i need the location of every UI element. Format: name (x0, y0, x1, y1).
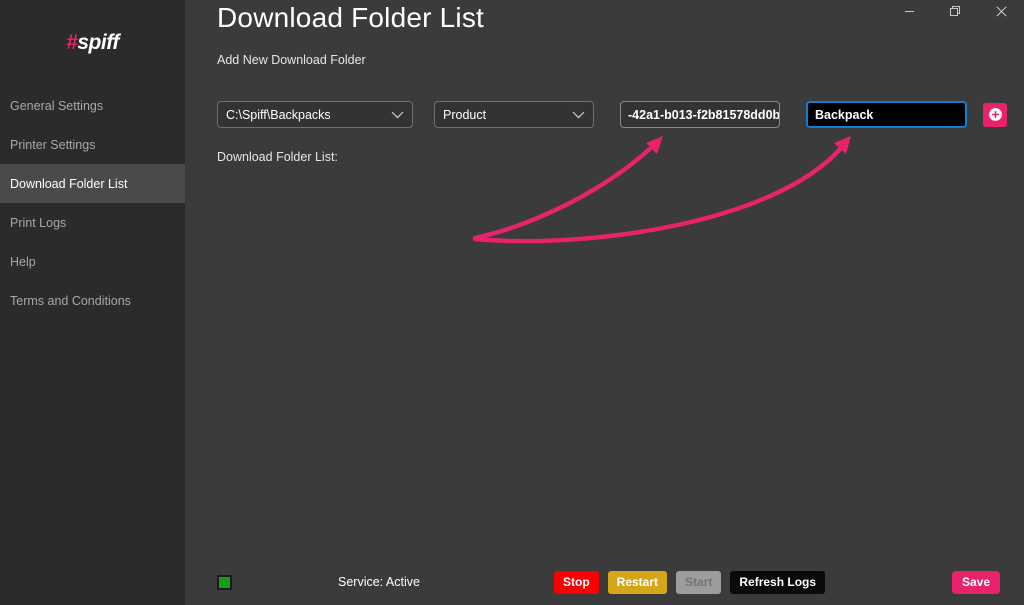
folder-path-select[interactable]: C:\Spiff\Backpacks (217, 101, 413, 128)
sidebar-item-label: Terms and Conditions (10, 293, 131, 308)
save-button[interactable]: Save (951, 570, 1000, 594)
service-control-buttons: Stop Restart Start Refresh Logs (553, 570, 826, 594)
sidebar-item-label: Printer Settings (10, 137, 96, 152)
folder-list-label: Download Folder List: (217, 150, 338, 164)
section-subtitle: Add New Download Folder (217, 53, 366, 67)
plus-circle-icon (988, 108, 1002, 121)
folder-name-input[interactable]: Backpack (806, 101, 967, 128)
folder-type-select-value: Product (443, 107, 487, 122)
folder-name-input-value: Backpack (815, 107, 874, 122)
start-button: Start (676, 570, 722, 594)
service-status-text: Service: Active (338, 575, 420, 589)
service-status-indicator (217, 574, 232, 590)
add-folder-button[interactable] (983, 102, 1007, 127)
app-logo: # spiff (0, 0, 185, 86)
sidebar-item-printer-settings[interactable]: Printer Settings (0, 125, 185, 164)
stop-button[interactable]: Stop (553, 570, 599, 594)
guid-input[interactable]: -42a1-b013-f2b81578dd0b (620, 101, 780, 128)
folder-list-area[interactable] (217, 172, 1006, 545)
sidebar-item-help[interactable]: Help (0, 242, 185, 281)
sidebar-item-terms-and-conditions[interactable]: Terms and Conditions (0, 281, 185, 320)
restart-button[interactable]: Restart (607, 570, 668, 594)
sidebar-item-label: Help (10, 254, 36, 269)
logo-hash: # (66, 31, 78, 54)
sidebar-item-download-folder-list[interactable]: Download Folder List (0, 164, 185, 203)
sidebar-item-label: Print Logs (10, 215, 67, 230)
chevron-down-icon (572, 111, 585, 118)
sidebar: # spiff General Settings Printer Settings… (0, 0, 185, 605)
restore-button[interactable] (932, 0, 978, 22)
sidebar-item-label: General Settings (10, 98, 104, 113)
main-content: Download Folder List Add New Download Fo… (185, 0, 1024, 605)
sidebar-item-label: Download Folder List (10, 176, 128, 191)
refresh-logs-button[interactable]: Refresh Logs (730, 570, 826, 594)
application-window: # spiff General Settings Printer Settings… (0, 0, 1024, 605)
minimize-button[interactable] (886, 0, 932, 22)
chevron-down-icon (391, 111, 404, 118)
status-bar: Service: Active Stop Restart Start Refre… (185, 559, 1024, 605)
close-button[interactable] (978, 0, 1024, 22)
sidebar-item-general-settings[interactable]: General Settings (0, 86, 185, 125)
page-title: Download Folder List (217, 2, 485, 33)
folder-type-select[interactable]: Product (434, 101, 594, 128)
guid-input-value: -42a1-b013-f2b81578dd0b (628, 107, 780, 122)
folder-path-select-value: C:\Spiff\Backpacks (226, 107, 331, 122)
add-folder-form: C:\Spiff\Backpacks Product -42a1-b013-f2… (217, 101, 1007, 128)
window-controls (886, 0, 1024, 22)
sidebar-item-print-logs[interactable]: Print Logs (0, 203, 185, 242)
logo-word: spiff (77, 31, 119, 54)
